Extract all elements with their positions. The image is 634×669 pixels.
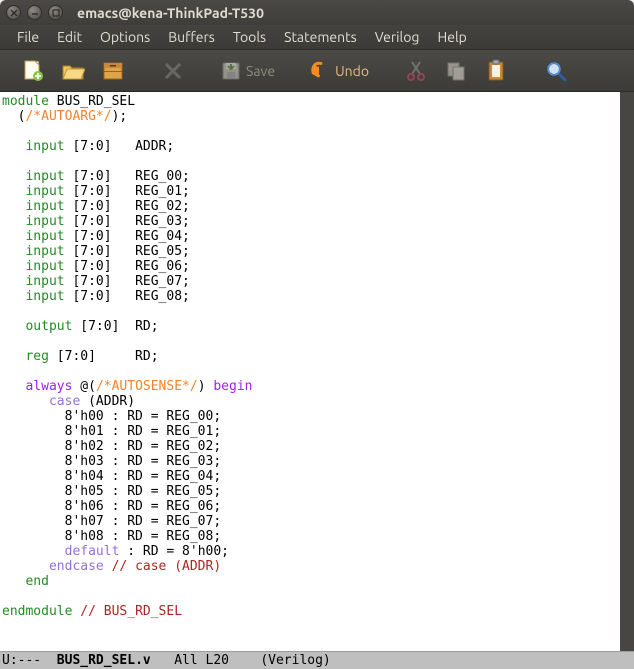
modeline-filename: BUS_RD_SEL.v — [57, 653, 151, 668]
cut-button[interactable] — [399, 56, 433, 86]
titlebar: emacs@kena-ThinkPad-T530 — [0, 0, 634, 25]
paste-button[interactable] — [479, 56, 513, 86]
close-button[interactable] — [156, 56, 190, 86]
menu-tools[interactable]: Tools — [224, 29, 275, 45]
menu-file[interactable]: File — [8, 29, 48, 45]
toolbar: Save Undo — [0, 50, 634, 92]
open-file-button[interactable] — [56, 56, 90, 86]
menu-buffers[interactable]: Buffers — [159, 29, 224, 45]
code-content: module BUS_RD_SEL (/*AUTOARG*/); input [… — [0, 92, 620, 621]
menu-options[interactable]: Options — [91, 29, 159, 45]
undo-label: Undo — [335, 63, 369, 79]
modeline: U:--- BUS_RD_SEL.v All L20 (Verilog) — [0, 651, 634, 669]
menu-edit[interactable]: Edit — [48, 29, 91, 45]
modeline-status: U:--- — [2, 653, 41, 668]
editor-area[interactable]: module BUS_RD_SEL (/*AUTOARG*/); input [… — [0, 92, 634, 651]
copy-button[interactable] — [439, 56, 473, 86]
menu-verilog[interactable]: Verilog — [366, 29, 429, 45]
minimize-icon[interactable] — [27, 5, 42, 20]
window-title: emacs@kena-ThinkPad-T530 — [77, 5, 264, 21]
save-label: Save — [246, 63, 275, 79]
undo-button[interactable]: Undo — [305, 56, 373, 86]
new-file-button[interactable] — [16, 56, 50, 86]
menu-help[interactable]: Help — [428, 29, 475, 45]
search-button[interactable] — [539, 56, 573, 86]
menubar: File Edit Options Buffers Tools Statemen… — [0, 25, 634, 50]
menu-statements[interactable]: Statements — [275, 29, 366, 45]
maximize-icon[interactable] — [48, 5, 63, 20]
modeline-mode: (Verilog) — [260, 653, 330, 668]
filing-button[interactable] — [96, 56, 130, 86]
save-button[interactable]: Save — [216, 56, 279, 86]
close-icon[interactable] — [6, 5, 21, 20]
modeline-position: All L20 — [174, 653, 229, 668]
